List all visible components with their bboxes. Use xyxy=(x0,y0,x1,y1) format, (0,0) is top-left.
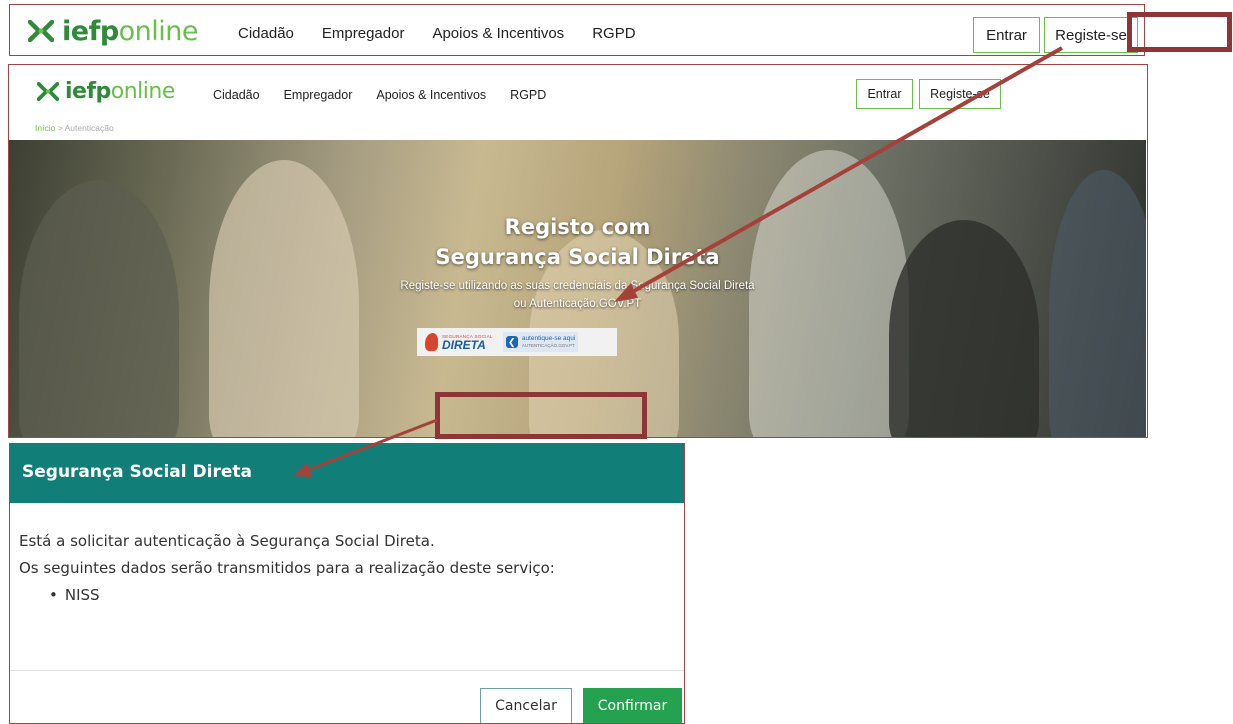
list-item: NISS xyxy=(49,582,555,609)
ssd-label-big: DIRETA xyxy=(442,337,486,352)
dialog-divider xyxy=(10,670,684,671)
page-header: iefponline Cidadão Empregador Apoios & I… xyxy=(9,65,1146,117)
iefp-logo-icon xyxy=(27,19,55,43)
dialog-line-2: Os seguintes dados serão transmitidos pa… xyxy=(19,559,555,577)
logo-wordmark: iefponline xyxy=(65,79,175,104)
iefp-logo[interactable]: iefponline xyxy=(36,79,175,104)
nav-apoios-incentivos[interactable]: Apoios & Incentivos xyxy=(376,88,486,102)
nav-empregador[interactable]: Empregador xyxy=(284,88,353,102)
logo-wordmark: iefponline xyxy=(62,15,199,47)
login-button[interactable]: Entrar xyxy=(973,17,1040,53)
registration-page-panel: iefponline Cidadão Empregador Apoios & I… xyxy=(8,64,1148,438)
annotation-highlight-ssd xyxy=(435,392,647,439)
nav-cidadao[interactable]: Cidadão xyxy=(238,25,294,42)
breadcrumb-current: Autenticação xyxy=(64,123,114,133)
ssd-auth-dialog: Segurança Social Direta Está a solicitar… xyxy=(9,443,685,724)
top-header-panel: iefponline Cidadão Empregador Apoios & I… xyxy=(9,4,1145,56)
ssd-login-button[interactable]: SEGURANÇA SOCIAL DIRETA xyxy=(425,333,493,351)
breadcrumb-home[interactable]: Início xyxy=(35,123,55,133)
dialog-line-1: Está a solicitar autenticação à Seguranç… xyxy=(19,532,435,550)
iefp-logo[interactable]: iefponline xyxy=(27,13,199,49)
login-button[interactable]: Entrar xyxy=(856,79,913,109)
data-items-list: NISS xyxy=(49,582,555,609)
nav-cidadao[interactable]: Cidadão xyxy=(213,88,260,102)
gov-auth-sublabel: AUTENTICAÇÃO.GOV.PT xyxy=(521,343,575,348)
iefp-logo-icon xyxy=(36,81,60,102)
hero-subtitle: Registe-se utilizando as suas credenciai… xyxy=(400,280,755,310)
nav-apoios-incentivos[interactable]: Apoios & Incentivos xyxy=(432,25,564,42)
annotation-highlight-register xyxy=(1127,12,1232,52)
nav-empregador[interactable]: Empregador xyxy=(322,25,405,42)
confirm-button[interactable]: Confirmar xyxy=(583,688,682,723)
register-button[interactable]: Registe-se xyxy=(919,79,1001,109)
dialog-body: Está a solicitar autenticação à Seguranç… xyxy=(19,528,555,609)
register-button[interactable]: Registe-se xyxy=(1044,17,1138,53)
dialog-title: Segurança Social Direta xyxy=(22,462,252,482)
main-nav: Cidadão Empregador Apoios & Incentivos R… xyxy=(213,88,570,102)
nav-rgpd[interactable]: RGPD xyxy=(592,25,635,42)
auth-options: SEGURANÇA SOCIAL DIRETA ❮ autentique-se … xyxy=(417,328,617,356)
breadcrumb-separator: > xyxy=(57,123,63,133)
gov-auth-label: autentique-se aqui xyxy=(521,335,576,342)
breadcrumb: Início > Autenticação xyxy=(35,123,114,133)
hero-title: Registo com Segurança Social Direta xyxy=(435,215,720,269)
gov-auth-icon: ❮ xyxy=(505,336,518,348)
main-nav: Cidadão Empregador Apoios & Incentivos R… xyxy=(238,25,664,42)
nav-rgpd[interactable]: RGPD xyxy=(510,88,546,102)
cancel-button[interactable]: Cancelar xyxy=(480,688,572,723)
gov-auth-button[interactable]: ❮ autentique-se aqui AUTENTICAÇÃO.GOV.PT xyxy=(502,332,579,352)
ssd-flame-icon xyxy=(425,333,438,351)
